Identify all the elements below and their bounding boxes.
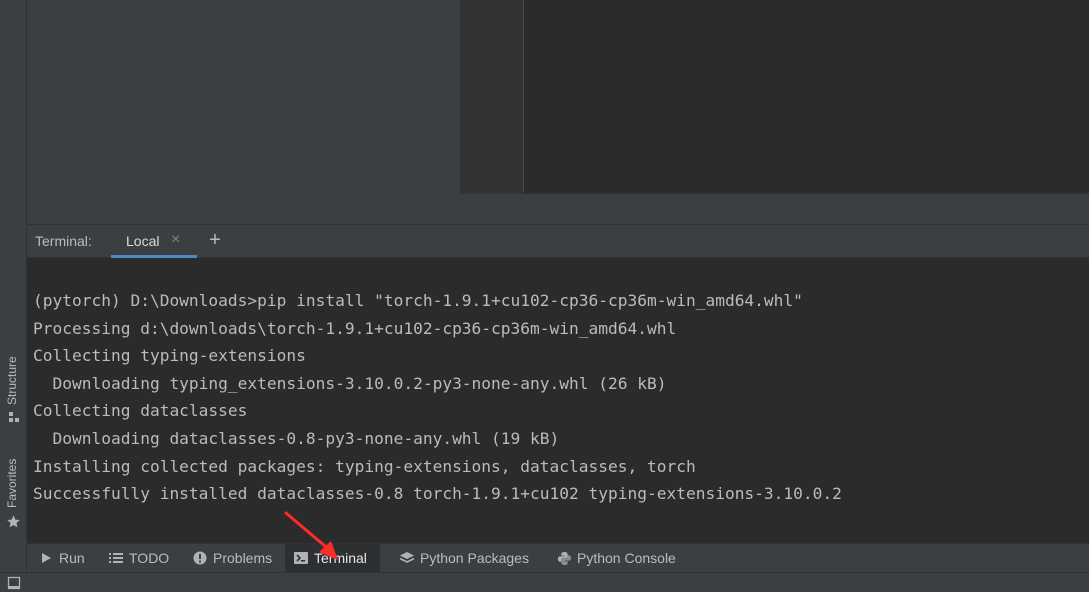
python-icon	[556, 550, 572, 566]
python-packages-tool-button[interactable]: Python Packages	[391, 544, 537, 572]
star-icon	[7, 515, 20, 528]
structure-tool-tab[interactable]: Structure	[0, 345, 26, 427]
project-pane	[27, 0, 460, 224]
terminal-line: Collecting dataclasses	[33, 401, 248, 421]
structure-label: Structure	[5, 356, 19, 405]
tool-window-bar: Run TODO Problems Terminal Python Packag…	[27, 543, 1089, 572]
left-tool-stripe: Structure Favorites	[0, 0, 27, 572]
editor-gutter	[460, 0, 524, 193]
close-icon[interactable]: ×	[171, 231, 180, 249]
terminal-label: Terminal	[314, 550, 367, 566]
terminal-header: Terminal: Local × +	[27, 224, 1089, 258]
editor-horizontal-scrollbar[interactable]	[460, 193, 1089, 225]
terminal-tool-button[interactable]: Terminal	[285, 544, 380, 572]
terminal-title: Terminal:	[35, 233, 92, 249]
terminal-tab-local[interactable]: Local ×	[111, 225, 197, 258]
python-console-label: Python Console	[577, 550, 676, 566]
layers-icon	[399, 550, 415, 566]
list-icon	[108, 550, 124, 566]
problems-tool-button[interactable]: Problems	[184, 544, 280, 572]
python-console-tool-button[interactable]: Python Console	[548, 544, 684, 572]
terminal-line: Downloading typing_extensions-3.10.0.2-p…	[33, 373, 667, 393]
terminal-line: Installing collected packages: typing-ex…	[33, 456, 696, 476]
terminal-tab-label: Local	[126, 233, 160, 249]
favorites-label: Favorites	[5, 458, 19, 508]
terminal-line: Collecting typing-extensions	[33, 346, 306, 366]
terminal-lines: (pytorch) D:\Downloads>pip install "torc…	[33, 287, 842, 508]
terminal-line: (pytorch) D:\Downloads>pip install "torc…	[33, 291, 803, 310]
new-terminal-tab-button[interactable]: +	[203, 228, 227, 252]
terminal-line: Processing d:\downloads\torch-1.9.1+cu10…	[33, 318, 677, 338]
ide-window: Structure Favorites Terminal: Local × + …	[0, 0, 1089, 592]
terminal-output[interactable]: (pytorch) D:\Downloads>pip install "torc…	[27, 258, 1089, 543]
python-packages-label: Python Packages	[420, 550, 529, 566]
run-tool-button[interactable]: Run	[30, 544, 93, 572]
play-icon	[38, 550, 54, 566]
problems-label: Problems	[213, 550, 273, 566]
status-bar	[0, 572, 1089, 592]
toggle-tool-windows-icon[interactable]	[7, 576, 21, 590]
warning-icon	[192, 550, 208, 566]
favorites-tool-tab[interactable]: Favorites	[0, 452, 26, 532]
todo-label: TODO	[129, 550, 170, 566]
structure-icon	[9, 412, 19, 422]
terminal-line: Successfully installed dataclasses-0.8 t…	[33, 484, 842, 504]
run-label: Run	[59, 550, 85, 566]
todo-tool-button[interactable]: TODO	[100, 544, 177, 572]
editor-area[interactable]	[524, 0, 1089, 193]
terminal-line: Downloading dataclasses-0.8-py3-none-any…	[33, 428, 560, 448]
terminal-icon	[293, 550, 309, 566]
